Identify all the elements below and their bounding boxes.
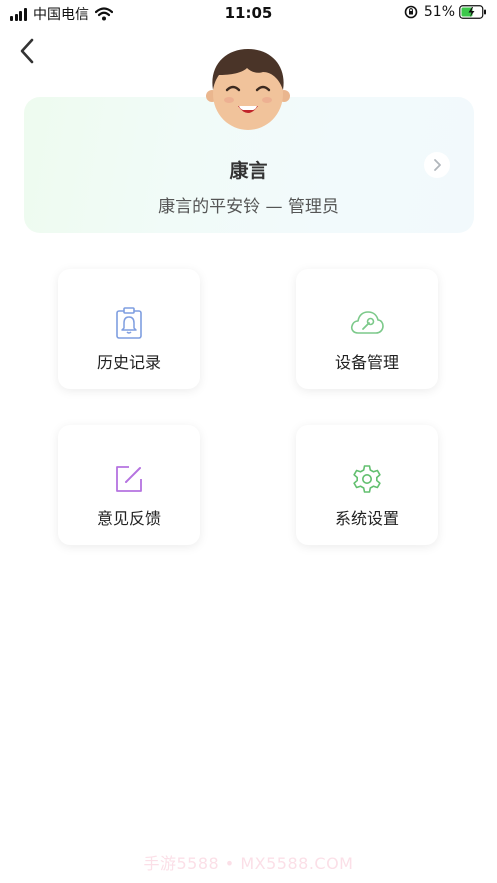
chevron-left-icon: [20, 38, 34, 64]
chevron-right-icon: [434, 159, 441, 171]
cloud-wrench-icon: [347, 303, 387, 343]
system-settings-tile[interactable]: 系统设置: [296, 425, 438, 545]
orientation-lock-icon: [404, 5, 418, 19]
back-button[interactable]: [12, 34, 42, 68]
history-records-label: 历史记录: [96, 353, 161, 372]
profile-detail-button[interactable]: [424, 152, 450, 178]
gear-icon: [347, 459, 387, 499]
feedback-label: 意见反馈: [96, 509, 161, 528]
feedback-tile[interactable]: 意见反馈: [58, 425, 200, 545]
history-records-tile[interactable]: 历史记录: [58, 269, 200, 389]
user-name: 康言: [229, 160, 268, 182]
device-management-label: 设备管理: [334, 353, 399, 372]
avatar: [206, 49, 290, 130]
battery-charging-icon: [459, 5, 486, 19]
battery-percent: 51%: [423, 4, 455, 20]
clipboard-bell-icon: [109, 303, 149, 343]
user-role-subtitle: 康言的平安铃 — 管理员: [158, 197, 339, 217]
status-bar: 中国电信 11:05 51%: [0, 0, 497, 28]
edit-square-icon: [109, 459, 149, 499]
status-right: 51%: [404, 4, 487, 20]
system-settings-label: 系统设置: [334, 509, 399, 528]
watermark: 手游5588 • MX5588.COM: [143, 854, 354, 873]
device-management-tile[interactable]: 设备管理: [296, 269, 438, 389]
